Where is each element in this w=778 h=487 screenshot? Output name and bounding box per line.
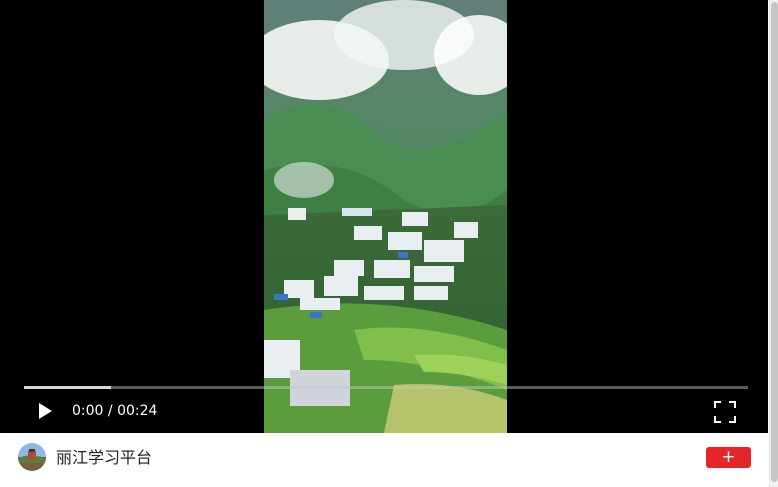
time-display: 0:00 / 00:24 bbox=[72, 403, 157, 419]
video-frame bbox=[264, 0, 507, 433]
scrollbar-thumb[interactable] bbox=[771, 2, 778, 482]
progress-buffered bbox=[24, 386, 111, 389]
duration: 00:24 bbox=[117, 403, 158, 419]
play-icon bbox=[39, 403, 52, 419]
avatar[interactable] bbox=[18, 443, 46, 471]
follow-button[interactable]: + bbox=[706, 447, 751, 468]
channel-avatar-image bbox=[18, 443, 46, 471]
progress-bar[interactable] bbox=[24, 386, 748, 389]
plus-icon: + bbox=[721, 447, 736, 467]
channel-bar: 丽江学习平台 + bbox=[0, 433, 768, 487]
current-time: 0:00 bbox=[72, 403, 104, 419]
page-scrollbar[interactable] bbox=[769, 0, 778, 487]
fullscreen-icon bbox=[714, 401, 736, 423]
fullscreen-button[interactable] bbox=[714, 401, 736, 423]
video-player[interactable]: 0:00 / 00:24 bbox=[0, 0, 768, 433]
play-button[interactable] bbox=[36, 402, 54, 420]
video-still-image bbox=[264, 0, 507, 433]
time-separator: / bbox=[103, 403, 118, 419]
channel-name[interactable]: 丽江学习平台 bbox=[56, 447, 152, 469]
